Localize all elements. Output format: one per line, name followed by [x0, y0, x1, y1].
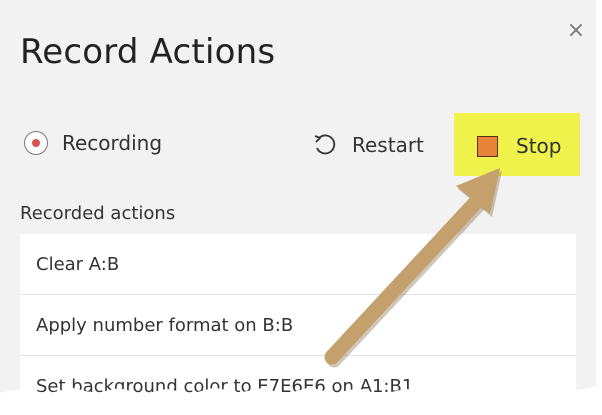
list-item[interactable]: Set background color to E7E6E6 on A1:B1 [20, 356, 576, 395]
recording-status: Recording [24, 128, 162, 158]
pane-title: Record Actions [20, 32, 276, 72]
list-item[interactable]: Apply number format on B:B [20, 295, 576, 356]
record-dot [32, 139, 40, 147]
stop-icon [477, 135, 498, 157]
list-item[interactable]: Clear A:B [20, 234, 576, 295]
recorded-actions-heading: Recorded actions [20, 203, 176, 224]
recorded-actions-list: Clear A:B Apply number format on B:B Set… [20, 234, 576, 395]
stop-button[interactable]: Stop [477, 131, 561, 161]
close-icon[interactable]: × [562, 17, 590, 45]
restart-icon [314, 134, 336, 155]
stop-label: Stop [516, 134, 562, 158]
restart-label: Restart [352, 133, 424, 157]
recording-label: Recording [62, 131, 163, 155]
restart-button[interactable]: Restart [312, 130, 424, 160]
screenshot: × Record Actions Recording Restart Stop … [0, 0, 602, 415]
record-icon [24, 131, 48, 155]
record-actions-pane: × Record Actions Recording Restart Stop … [0, 0, 596, 395]
